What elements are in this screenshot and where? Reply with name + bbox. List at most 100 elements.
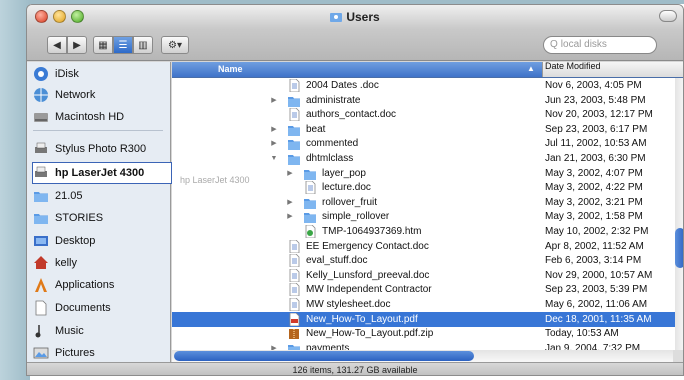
row-name: MW stylesheet.doc — [306, 299, 391, 310]
list-view-button[interactable]: ☰ — [113, 36, 133, 54]
documents-icon — [33, 300, 49, 316]
row-name: dhtmlclass — [306, 153, 354, 164]
list-row[interactable]: MW stylesheet.doc May 6, 2002, 11:06 AM — [172, 297, 683, 312]
folder-file-icon — [288, 152, 300, 165]
sidebar-item[interactable]: Stylus Photo R300 — [33, 139, 167, 159]
list-row[interactable]: ▶ simple_rollover May 3, 2002, 1:58 PM — [172, 209, 683, 224]
icon-view-icon: ▦ — [98, 39, 108, 51]
sidebar-item-label: Stylus Photo R300 — [55, 143, 147, 155]
list-row[interactable]: 2004 Dates .doc Nov 6, 2003, 4:05 PM — [172, 78, 683, 93]
doc-file-icon — [288, 107, 300, 122]
folder-file-icon — [288, 94, 300, 107]
search-placeholder: local disks — [560, 39, 607, 50]
row-date: Today, 10:53 AM — [545, 328, 619, 340]
printer-icon — [33, 165, 49, 181]
list-row[interactable]: TMP-1064937369.htm May 10, 2002, 2:32 PM — [172, 224, 683, 239]
forward-button[interactable]: ▶ — [67, 36, 87, 54]
harddisk-icon — [33, 109, 49, 125]
row-date: Sep 23, 2003, 6:17 PM — [545, 123, 648, 135]
disclosure-collapsed-icon[interactable]: ▶ — [285, 166, 295, 181]
row-name: MW Independent Contractor — [306, 284, 432, 296]
disclosure-expanded-icon[interactable]: ▼ — [269, 151, 279, 166]
disclosure-collapsed-icon[interactable]: ▶ — [285, 209, 295, 224]
printer-icon — [33, 141, 49, 157]
doc-file-icon — [288, 239, 300, 253]
list-row[interactable]: ▶ beat Sep 23, 2003, 6:17 PM — [172, 122, 683, 137]
list-row[interactable]: ▶ rollover_fruit May 3, 2002, 3:21 PM — [172, 195, 683, 210]
title-bar[interactable]: Users — [27, 5, 683, 29]
list-row[interactable]: ▶ administrate Jun 23, 2003, 5:48 PM — [172, 93, 683, 108]
disclosure-collapsed-icon[interactable]: ▶ — [269, 93, 279, 108]
action-menu-button[interactable]: ⚙▾ — [161, 36, 189, 54]
search-field[interactable]: Qlocal disks — [543, 36, 657, 54]
sidebar-item-label: kelly — [55, 257, 78, 269]
row-name: simple_rollover — [322, 211, 390, 223]
sidebar-item[interactable]: 21.05 — [33, 186, 167, 206]
vertical-scroll-thumb[interactable] — [675, 228, 683, 268]
forward-arrow-icon: ▶ — [73, 39, 81, 51]
file-list: Name ▲ Date Modified 2004 Dates .doc Nov … — [172, 62, 683, 362]
sidebar-item-label: Music — [55, 325, 84, 337]
row-name: administrate — [306, 94, 361, 106]
sort-arrow-icon: ▲ — [527, 64, 535, 73]
sidebar-item[interactable]: kelly — [33, 253, 167, 273]
disclosure-collapsed-icon[interactable]: ▶ — [285, 195, 295, 210]
list-row[interactable]: New_How-To_Layout.pdf.zip Today, 10:53 AM — [172, 326, 683, 341]
sidebar-item[interactable]: iDisk — [33, 64, 167, 84]
sidebar-item-label: Documents — [55, 302, 111, 314]
search-icon: Q — [550, 39, 558, 50]
disclosure-collapsed-icon[interactable]: ▶ — [269, 122, 279, 137]
network-icon — [33, 87, 49, 103]
row-date: May 3, 2002, 1:58 PM — [545, 211, 643, 223]
column-view-button[interactable]: ▥ — [133, 36, 153, 54]
sidebar-item[interactable]: Network — [33, 85, 167, 105]
row-date: May 3, 2002, 4:22 PM — [545, 182, 643, 194]
sidebar-item[interactable]: Music — [33, 321, 167, 341]
row-name: TMP-1064937369.htm — [322, 226, 422, 237]
row-name: commented — [306, 138, 359, 150]
doc-file-icon — [288, 253, 300, 268]
doc-file-icon — [288, 268, 300, 283]
applications-icon — [33, 277, 49, 293]
drag-ghost-label: hp LaserJet 4300 — [180, 175, 250, 185]
list-row[interactable]: MW Independent Contractor Sep 23, 2003, 5… — [172, 282, 683, 297]
folder-file-icon — [304, 210, 316, 224]
row-date: Feb 6, 2003, 3:14 PM — [545, 255, 642, 267]
disclosure-collapsed-icon[interactable]: ▶ — [269, 136, 279, 151]
sidebar-item-label: Applications — [55, 279, 115, 291]
vertical-scrollbar[interactable] — [675, 78, 683, 350]
toolbar-toggle-button[interactable] — [659, 10, 677, 22]
horizontal-scrollbar[interactable] — [172, 350, 683, 362]
row-name: rollover_fruit — [322, 196, 378, 208]
sidebar-item-label: iDisk — [55, 68, 79, 80]
horizontal-scroll-thumb[interactable] — [174, 351, 474, 361]
sidebar-item-label: 21.05 — [55, 190, 83, 202]
sidebar-item[interactable]: hp LaserJet 4300 — [32, 162, 172, 184]
list-row[interactable]: ▼ dhtmlclass Jan 21, 2003, 6:30 PM — [172, 151, 683, 166]
sidebar-item[interactable]: STORIES — [33, 208, 167, 228]
row-date: Jun 23, 2003, 5:48 PM — [545, 94, 646, 106]
name-column-header[interactable]: Name — [218, 64, 243, 74]
row-date: Nov 20, 2003, 12:17 PM — [545, 109, 653, 121]
sidebar-item[interactable]: Applications — [33, 275, 167, 295]
list-row[interactable]: eval_stuff.doc Feb 6, 2003, 3:14 PM — [172, 253, 683, 268]
list-row[interactable]: ▶ commented Jul 11, 2002, 10:53 AM — [172, 136, 683, 151]
doc-file-icon — [288, 297, 300, 312]
list-row[interactable]: authors_contact.doc Nov 20, 2003, 12:17 P… — [172, 107, 683, 122]
desktop-icon — [33, 233, 49, 249]
list-row[interactable]: Kelly_Lunsford_preeval.doc Nov 29, 2000, … — [172, 268, 683, 283]
sidebar-item[interactable]: Desktop — [33, 231, 167, 251]
back-button[interactable]: ◀ — [47, 36, 67, 54]
list-row[interactable]: New_How-To_Layout.pdf Dec 18, 2001, 11:35… — [172, 311, 683, 327]
sidebar-item[interactable]: Documents — [33, 298, 167, 318]
folder-file-icon — [288, 137, 300, 151]
date-column-header[interactable]: Date Modified — [542, 62, 683, 77]
sidebar-item[interactable]: Macintosh HD — [33, 107, 167, 127]
sidebar-item-label: Macintosh HD — [55, 111, 125, 123]
sidebar-item-label: Pictures — [55, 347, 95, 359]
icon-view-button[interactable]: ▦ — [93, 36, 113, 54]
pictures-icon — [33, 345, 49, 361]
row-date: Nov 29, 2000, 10:57 AM — [545, 269, 653, 281]
list-row[interactable]: EE Emergency Contact.doc Apr 8, 2002, 11:… — [172, 239, 683, 254]
sidebar-item[interactable]: Pictures — [33, 343, 167, 363]
